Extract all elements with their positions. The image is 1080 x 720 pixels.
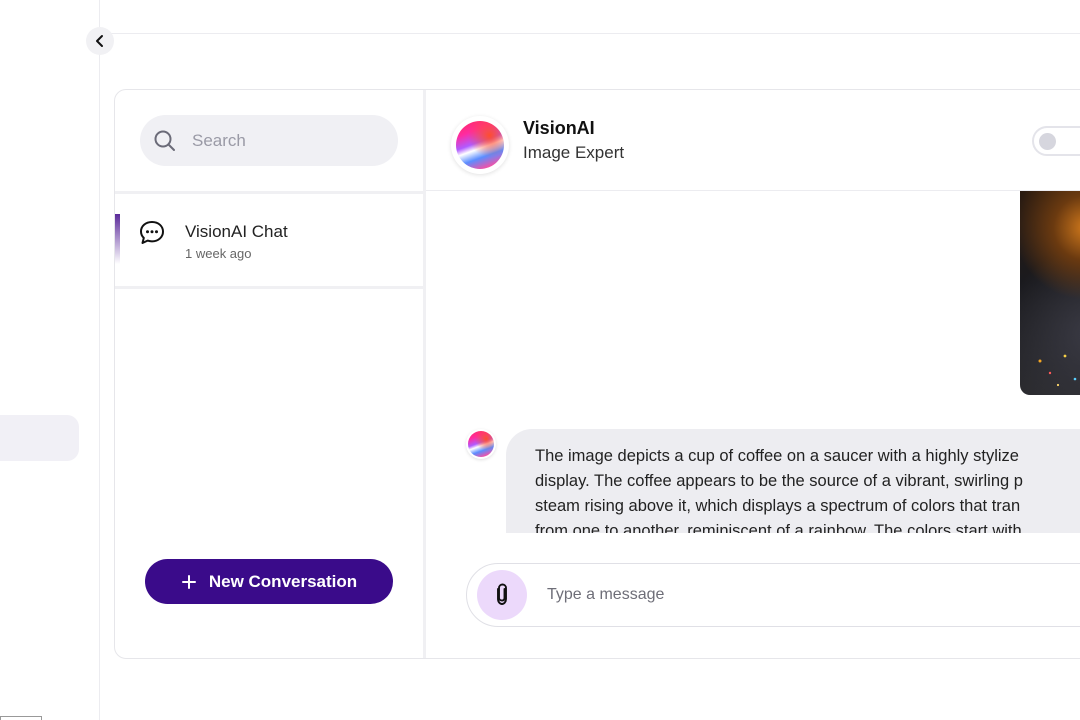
app-rail: [0, 0, 100, 720]
collapse-sidebar-button[interactable]: [86, 27, 114, 55]
top-header: [100, 0, 1080, 34]
chevron-left-icon: [96, 35, 103, 47]
search-input[interactable]: [192, 130, 372, 151]
app-window: VisionAI Chat 1 week ago New Conversatio…: [0, 0, 1080, 720]
paperclip-icon: [497, 583, 507, 605]
toggle-knob: [1039, 133, 1056, 150]
message-line: from one to another, reminiscent of a ra…: [535, 522, 1022, 533]
conversation-timestamp: 1 week ago: [185, 246, 252, 261]
agent-name: VisionAI: [523, 118, 595, 138]
attach-button[interactable]: [477, 570, 527, 620]
conversation-list-panel: VisionAI Chat 1 week ago New Conversatio…: [115, 90, 426, 658]
message-input[interactable]: [547, 586, 1047, 604]
message-line: display. The coffee appears to be the so…: [535, 472, 1023, 490]
search-box[interactable]: [140, 115, 398, 166]
new-conversation-button[interactable]: New Conversation: [145, 559, 393, 604]
message-list[interactable]: The image depicts a cup of coffee on a s…: [426, 191, 1080, 533]
rail-bottom-control[interactable]: [0, 716, 42, 720]
conversation-title: VisionAI Chat: [185, 222, 288, 241]
active-indicator: [115, 214, 120, 264]
image-sparkles: [1038, 354, 1077, 387]
message-line: steam rising above it, which displays a …: [535, 497, 1021, 515]
rail-active-item[interactable]: [0, 415, 79, 461]
chat-bubble-icon: [140, 221, 164, 244]
new-conversation-label: New Conversation: [208, 571, 358, 591]
conversation-item[interactable]: VisionAI Chat 1 week ago: [115, 194, 426, 289]
agent-avatar: [451, 116, 509, 174]
plus-icon: [181, 574, 196, 589]
visionai-logo-icon: [468, 431, 494, 457]
agent-role: Image Expert: [523, 143, 625, 162]
visionai-logo-icon: [456, 121, 504, 169]
agent-message-bubble: The image depicts a cup of coffee on a s…: [506, 429, 1080, 533]
agent-message-avatar: [466, 429, 496, 459]
message-line: The image depicts a cup of coffee on a s…: [535, 447, 1019, 465]
chat-card: VisionAI Chat 1 week ago New Conversatio…: [114, 89, 1080, 659]
mode-toggle[interactable]: [1032, 126, 1080, 156]
chat-header: VisionAI Image Expert: [426, 90, 1080, 191]
message-composer: [466, 563, 1080, 627]
search-icon: [154, 130, 175, 151]
chat-panel: VisionAI Image Expert The image depicts …: [426, 90, 1080, 658]
